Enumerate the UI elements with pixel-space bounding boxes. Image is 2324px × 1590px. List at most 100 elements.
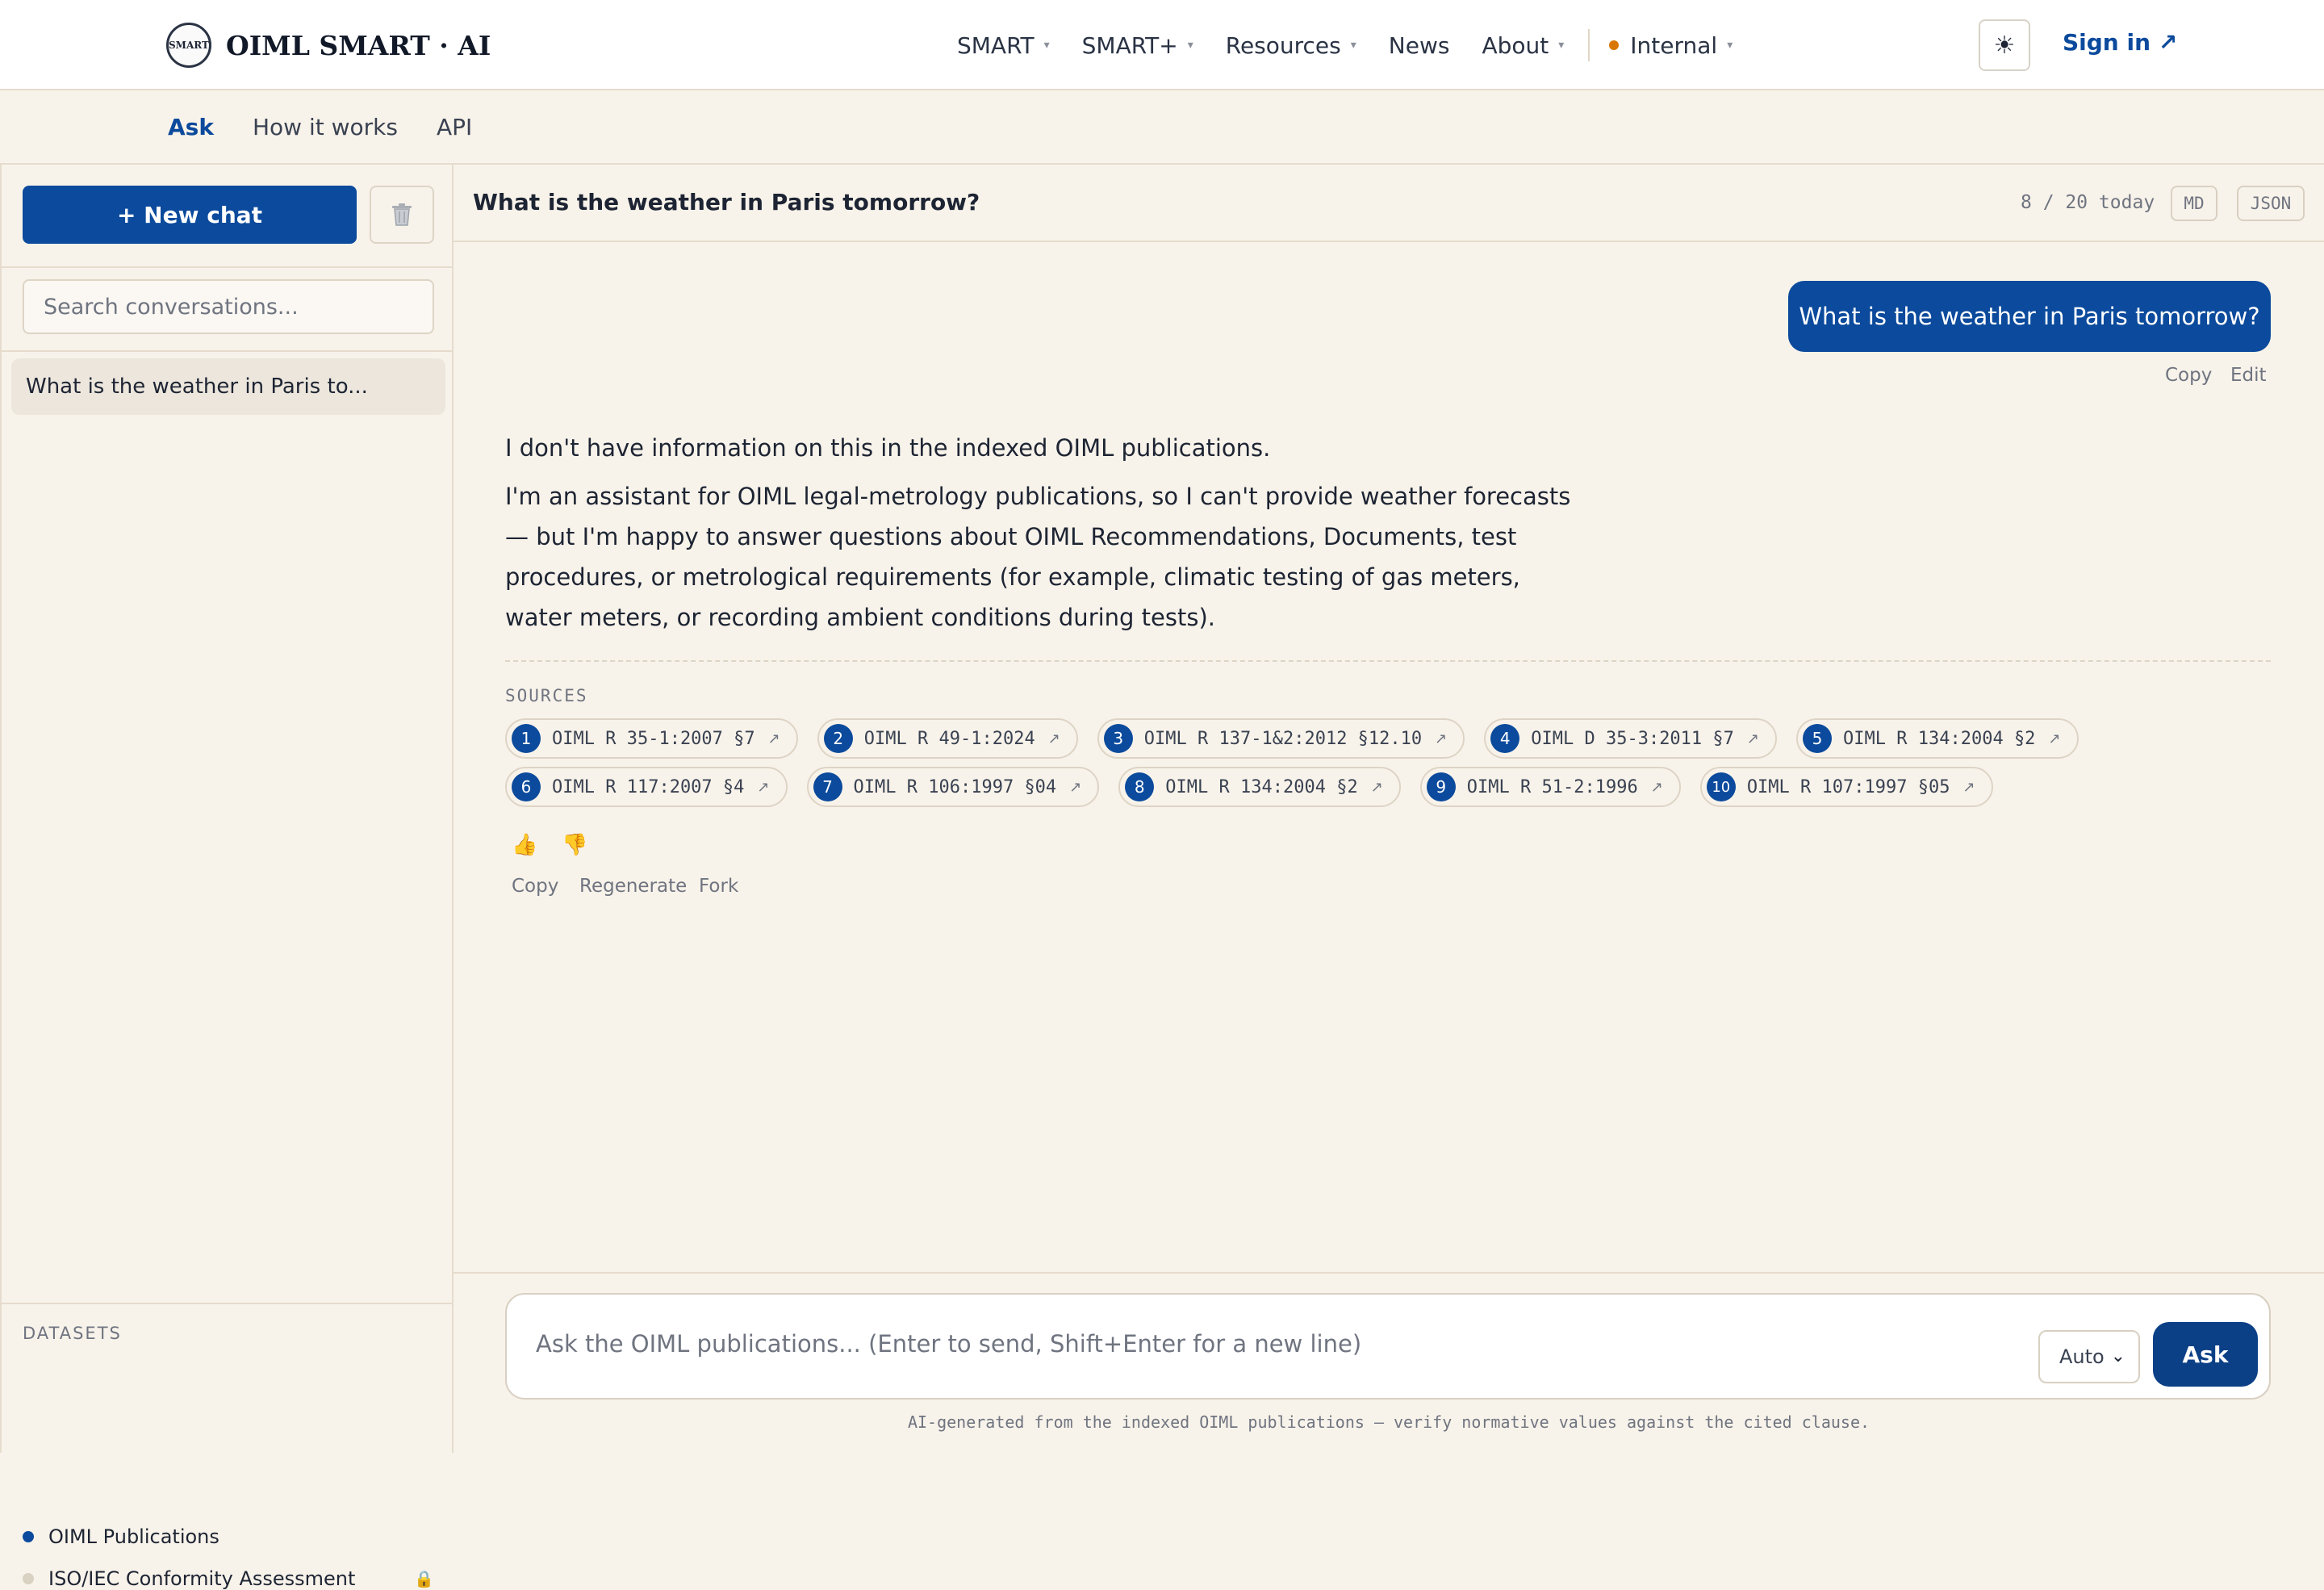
- source-number: 9: [1426, 772, 1456, 801]
- dataset-iso-iec-conformity[interactable]: ISO/IEC Conformity Assessment 🔒: [23, 1567, 434, 1590]
- external-link-icon: ↗: [1650, 778, 1663, 796]
- sources-title: SOURCES: [505, 686, 588, 705]
- copy-user-message-button[interactable]: Copy: [2165, 365, 2212, 386]
- brand-name: OIML SMART · AI: [226, 29, 491, 61]
- trash-icon: [392, 203, 412, 226]
- source-chip[interactable]: 5 OIML R 134:2004 §2 ↗: [1796, 718, 2079, 759]
- sub-navigation: Ask How it works API: [0, 90, 2324, 165]
- usage-quota: 8 / 20 today: [2021, 192, 2155, 213]
- export-json-button[interactable]: JSON: [2237, 186, 2305, 221]
- source-label: OIML D 35-3:2011 §7: [1531, 728, 1734, 749]
- answer-paragraph: I don't have information on this in the …: [505, 434, 1271, 462]
- source-chip[interactable]: 9 OIML R 51-2:1996 ↗: [1419, 767, 1681, 807]
- nav-item-about[interactable]: About ▾: [1482, 32, 1564, 59]
- source-chip[interactable]: 7 OIML R 106:1997 §04 ↗: [806, 767, 1100, 807]
- source-label: OIML R 117:2007 §4: [552, 776, 745, 797]
- source-number: 2: [823, 724, 853, 753]
- delete-conversations-button[interactable]: [370, 186, 434, 244]
- chat-title: What is the weather in Paris tomorrow?: [473, 189, 980, 215]
- sources-row: 6 OIML R 117:2007 §4 ↗ 7 OIML R 106:1997…: [505, 767, 2013, 807]
- composer: Auto ⌄ Ask: [505, 1293, 2271, 1400]
- source-chip[interactable]: 8 OIML R 134:2004 §2 ↗: [1118, 767, 1401, 807]
- answer-paragraph: I'm an assistant for OIML legal-metrolog…: [505, 483, 1571, 631]
- sun-icon: ☀: [1993, 31, 2016, 60]
- tab-how-it-works[interactable]: How it works: [253, 114, 398, 140]
- status-dot-icon: [1609, 40, 1620, 50]
- fork-button[interactable]: Fork: [699, 876, 738, 897]
- disclaimer: AI-generated from the indexed OIML publi…: [907, 1412, 1870, 1432]
- assistant-answer: I don't have information on this in the …: [505, 428, 1586, 646]
- divider: [2, 1303, 454, 1304]
- source-number: 4: [1490, 724, 1520, 753]
- external-link-icon: ↗: [1370, 778, 1383, 796]
- caret-down-icon: ▾: [1350, 39, 1356, 52]
- source-chip[interactable]: 4 OIML D 35-3:2011 §7 ↗: [1484, 718, 1778, 759]
- source-number: 8: [1125, 772, 1155, 801]
- regenerate-button[interactable]: Regenerate: [579, 876, 687, 897]
- source-chip[interactable]: 6 OIML R 117:2007 §4 ↗: [505, 767, 788, 807]
- source-label: OIML R 35-1:2007 §7: [552, 728, 755, 749]
- ask-input[interactable]: [536, 1319, 2069, 1369]
- source-chip[interactable]: 1 OIML R 35-1:2007 §7 ↗: [505, 718, 798, 759]
- edit-user-message-button[interactable]: Edit: [2230, 365, 2267, 386]
- caret-down-icon: ▾: [1043, 39, 1050, 52]
- source-number: 6: [512, 772, 541, 801]
- thumbs-down-icon[interactable]: 👎: [562, 833, 587, 857]
- source-label: OIML R 49-1:2024: [863, 728, 1035, 749]
- external-link-icon: ↗: [2048, 730, 2061, 747]
- source-label: OIML R 134:2004 §2: [1165, 776, 1358, 797]
- source-number: 1: [512, 724, 541, 753]
- dataset-inactive-dot-icon: [23, 1573, 34, 1584]
- theme-toggle-button[interactable]: ☀: [1979, 19, 2030, 71]
- dataset-oiml-publications[interactable]: OIML Publications: [23, 1525, 434, 1548]
- source-number: 3: [1103, 724, 1133, 753]
- tab-api[interactable]: API: [437, 114, 472, 140]
- source-label: OIML R 51-2:1996: [1466, 776, 1638, 797]
- sign-in-link[interactable]: Sign in ↗: [2063, 29, 2177, 56]
- nav-separator: [1588, 29, 1590, 61]
- top-navigation: SMART OIML SMART · AI SMART ▾ SMART+ ▾ Res…: [0, 0, 2324, 90]
- divider: [505, 660, 2271, 662]
- ask-button[interactable]: Ask: [2153, 1322, 2258, 1387]
- source-label: OIML R 137-1&2:2012 §12.10: [1143, 728, 1423, 749]
- caret-down-icon: ▾: [1558, 39, 1565, 52]
- oiml-logo-icon: SMART: [166, 23, 211, 68]
- nav-item-smart-plus[interactable]: SMART+ ▾: [1082, 32, 1193, 59]
- external-link-icon: ↗: [1962, 778, 1975, 796]
- user-message: What is the weather in Paris tomorrow?: [1788, 281, 2271, 352]
- mode-select[interactable]: Auto ⌄: [2038, 1330, 2140, 1383]
- logo-text: SMART: [169, 40, 209, 51]
- nav-item-resources[interactable]: Resources ▾: [1226, 32, 1356, 59]
- source-number: 10: [1706, 772, 1736, 801]
- source-chip[interactable]: 10 OIML R 107:1997 §05 ↗: [1699, 767, 1993, 807]
- search-conversations-input[interactable]: [23, 279, 434, 334]
- brand[interactable]: SMART OIML SMART · AI: [166, 23, 491, 68]
- main-menu: SMART ▾ SMART+ ▾ Resources ▾ News About ▾ In…: [957, 24, 1765, 66]
- source-chip[interactable]: 2 OIML R 49-1:2024 ↗: [817, 718, 1078, 759]
- sources-row: 1 OIML R 35-1:2007 §7 ↗ 2 OIML R 49-1:20…: [505, 718, 2098, 759]
- divider: [454, 1272, 2324, 1274]
- export-md-button[interactable]: MD: [2171, 186, 2217, 221]
- caret-down-icon: ▾: [1727, 39, 1733, 52]
- nav-item-smart[interactable]: SMART ▾: [957, 32, 1050, 59]
- source-label: OIML R 134:2004 §2: [1843, 728, 2036, 749]
- chevron-down-icon: ⌄: [2110, 1346, 2125, 1366]
- source-label: OIML R 107:1997 §05: [1746, 776, 1950, 797]
- datasets-title: DATASETS: [23, 1324, 122, 1343]
- caret-down-icon: ▾: [1187, 39, 1193, 52]
- external-link-icon: ↗: [1746, 730, 1760, 747]
- divider: [2, 350, 454, 352]
- nav-item-internal[interactable]: Internal ▾: [1609, 32, 1733, 59]
- nav-item-news[interactable]: News: [1389, 32, 1450, 59]
- new-chat-button[interactable]: + New chat: [23, 186, 357, 244]
- tab-ask[interactable]: Ask: [168, 114, 214, 140]
- thumbs-up-icon[interactable]: 👍: [512, 833, 537, 857]
- conversation-item[interactable]: What is the weather in Paris to...: [11, 358, 445, 415]
- external-link-icon: ↗: [1047, 730, 1060, 747]
- source-number: 5: [1803, 724, 1833, 753]
- source-chip[interactable]: 3 OIML R 137-1&2:2012 §12.10 ↗: [1097, 718, 1465, 759]
- external-link-icon: ↗: [1069, 778, 1082, 796]
- sidebar: + New chat What is the weather in Paris …: [0, 165, 454, 1590]
- mode-select-value: Auto: [2059, 1345, 2105, 1368]
- copy-answer-button[interactable]: Copy: [512, 876, 558, 897]
